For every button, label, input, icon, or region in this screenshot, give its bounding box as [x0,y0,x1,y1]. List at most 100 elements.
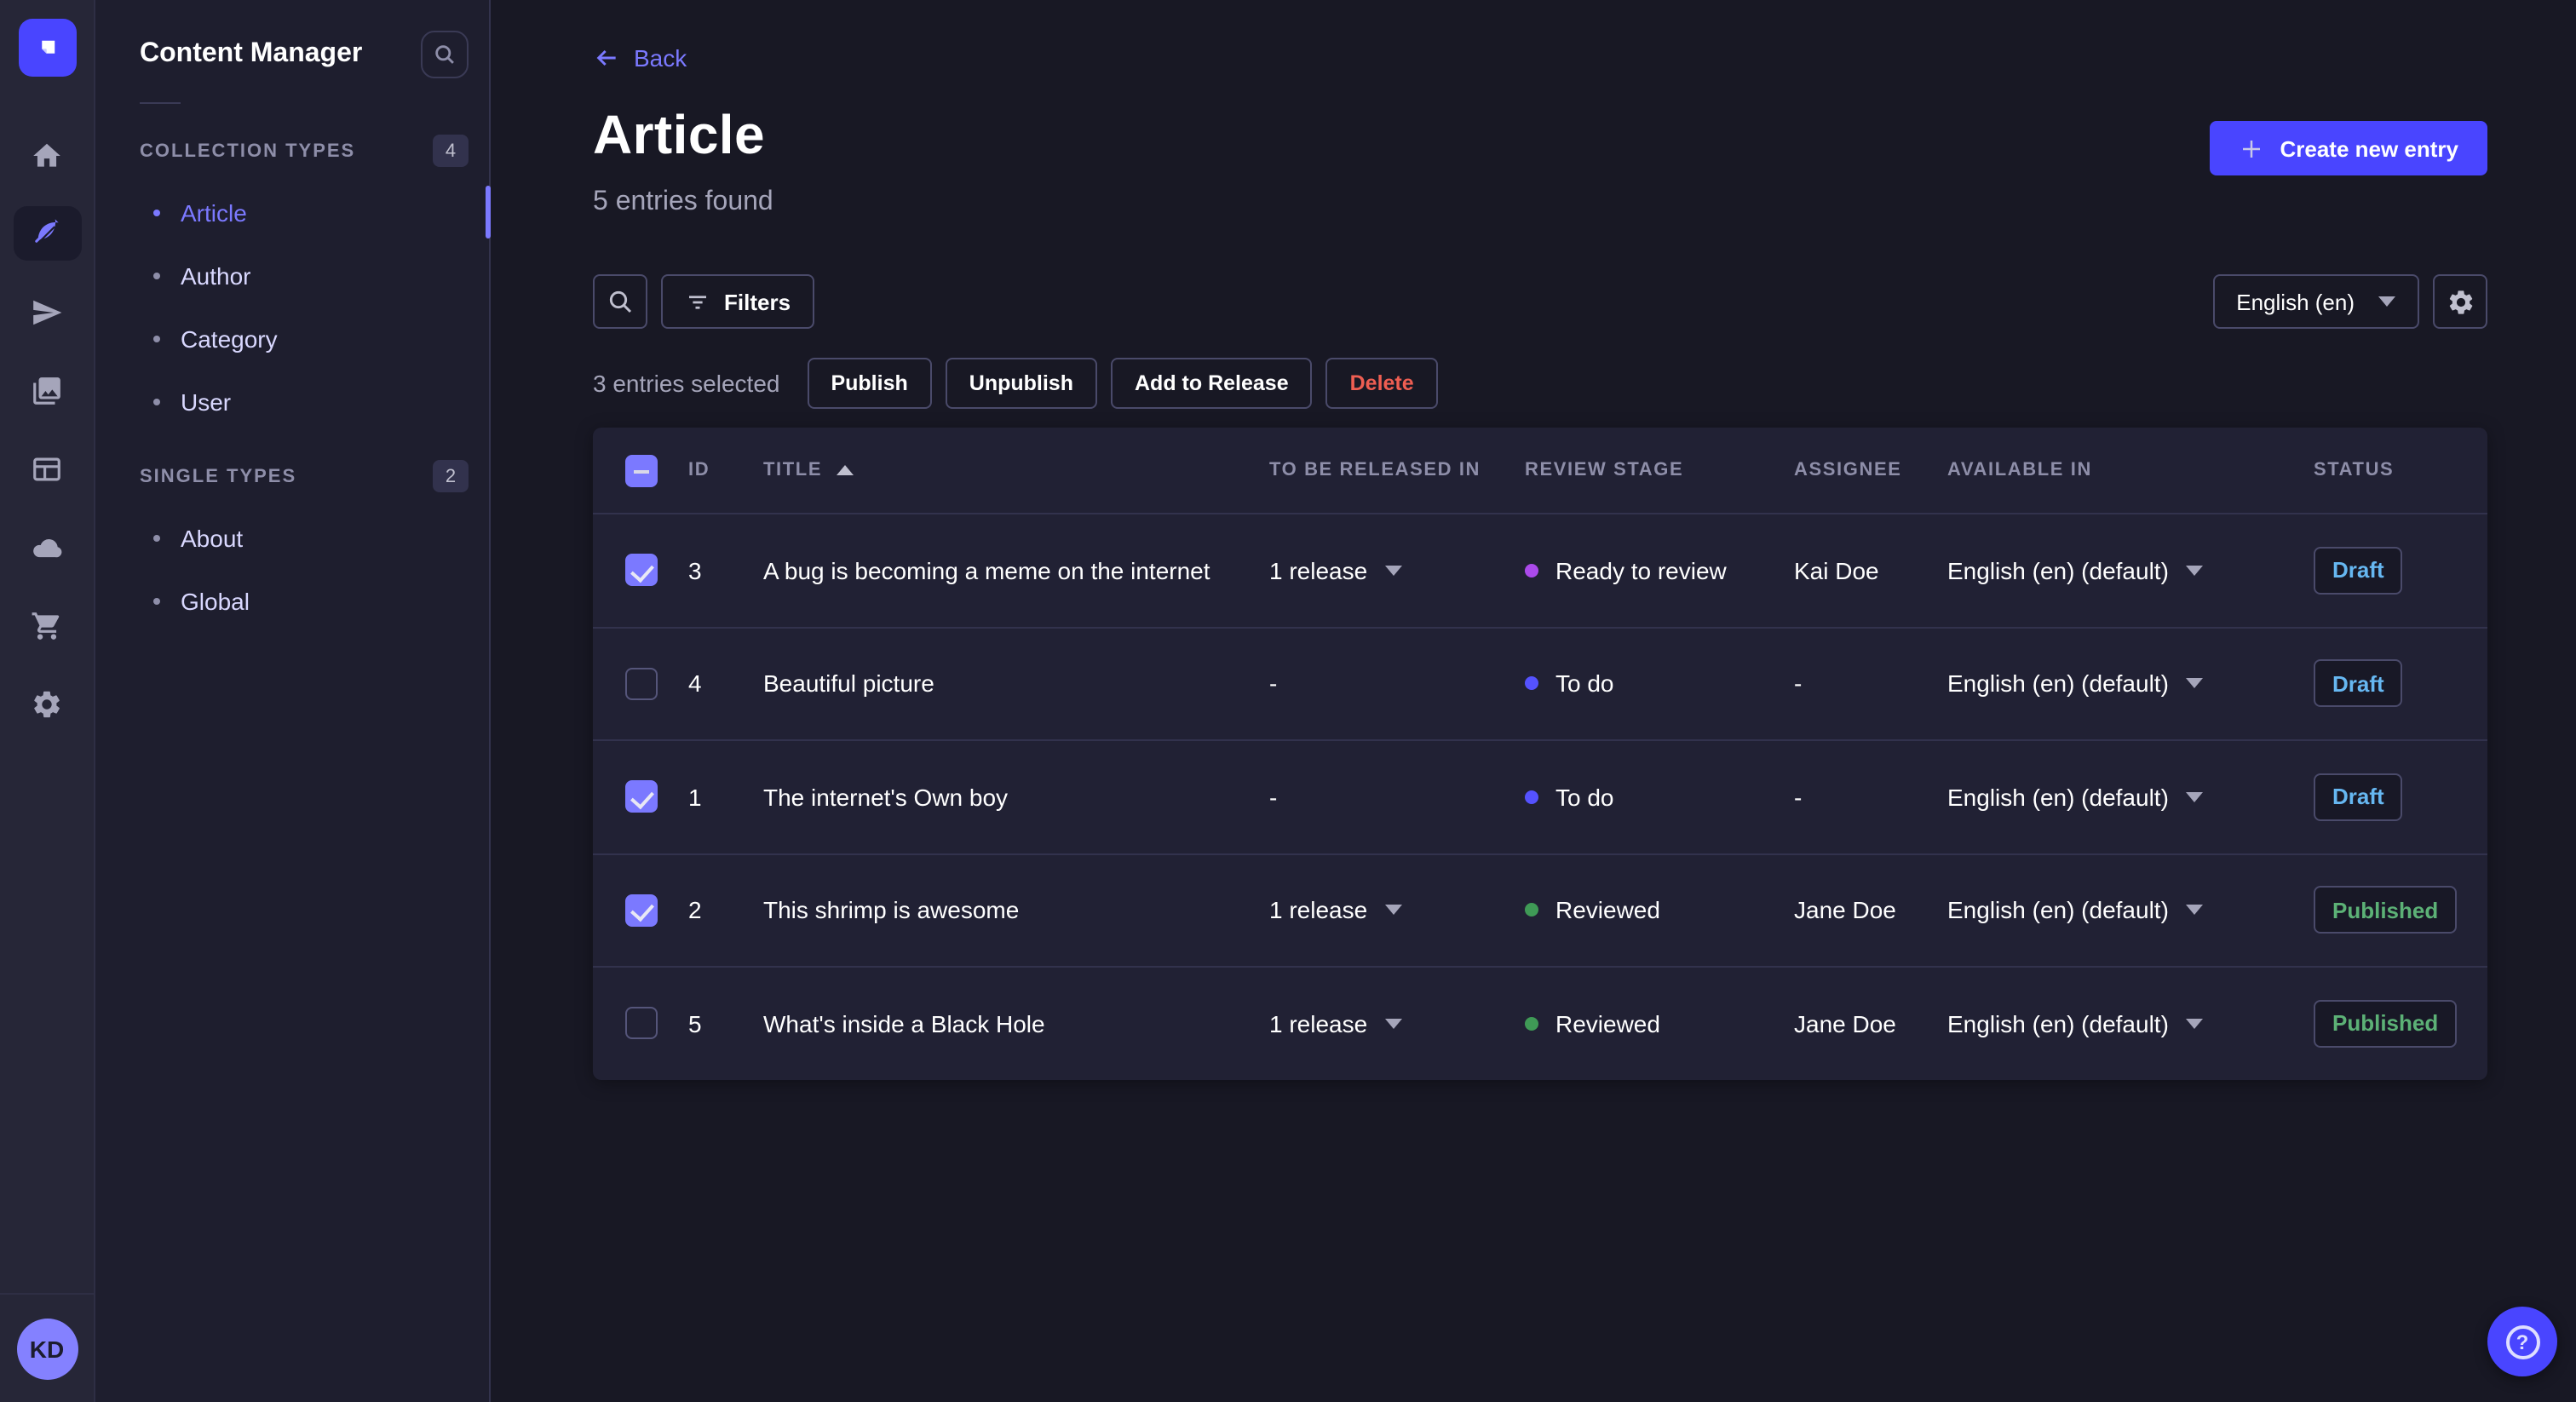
table-row[interactable]: 4 Beautiful picture - To do - English (e… [593,626,2487,739]
chevron-down-icon [1384,1018,1402,1029]
row-title[interactable]: This shrimp is awesome [763,897,1269,924]
status-badge: Draft [2314,546,2403,595]
stage-dot-icon [1525,790,1538,804]
sidebar-item-user[interactable]: User [95,370,489,433]
column-header-to-be-released-in[interactable]: TO BE RELEASED IN [1269,460,1525,480]
back-link[interactable]: Back [593,44,687,72]
avatar[interactable]: KD [16,1319,78,1380]
nav-releases-icon[interactable] [13,284,81,339]
row-locale-dropdown[interactable]: English (en) (default) [1947,1010,2314,1037]
column-header-assignee[interactable]: ASSIGNEE [1794,460,1947,480]
row-release-dropdown[interactable]: 1 release [1269,897,1525,924]
row-review-stage: Reviewed [1525,897,1794,924]
stage-dot-icon [1525,1016,1538,1031]
filter-icon [689,295,706,308]
chevron-down-icon [2185,678,2203,689]
subnav-search-button[interactable] [421,31,469,78]
delete-button[interactable]: Delete [1325,358,1438,409]
row-id: 4 [688,669,702,698]
section-count-badge: 4 [433,135,469,167]
bullet-icon [153,335,160,342]
row-locale-dropdown[interactable]: English (en) (default) [1947,784,2314,811]
nav-media-library-icon[interactable] [13,363,81,417]
column-header-title[interactable]: TITLE [763,460,1269,480]
row-release-dropdown[interactable]: - [1269,670,1525,698]
row-checkbox[interactable] [624,1007,657,1040]
row-review-stage: To do [1525,784,1794,811]
bullet-icon [153,534,160,541]
chevron-down-icon [2185,791,2203,802]
view-settings-button[interactable] [2433,274,2487,329]
add-to-release-button[interactable]: Add to Release [1111,358,1313,409]
nav-home-icon[interactable] [13,128,81,182]
row-locale-dropdown[interactable]: English (en) (default) [1947,897,2314,924]
row-title[interactable]: Beautiful picture [763,670,1269,698]
nav-content-manager-icon[interactable] [13,206,81,261]
row-checkbox[interactable] [624,893,657,927]
strapi-logo-icon [41,40,55,54]
row-title[interactable]: What's inside a Black Hole [763,1010,1269,1037]
main-content: Back Article Create new entry 5 entries … [491,0,2576,1402]
nav-marketplace-icon[interactable] [13,598,81,652]
locale-select[interactable]: English (en) [2212,274,2419,329]
sidebar-item-article[interactable]: Article [95,181,491,244]
subnav-title: Content Manager [140,39,363,68]
status-badge: Published [2314,886,2458,934]
sidebar-item-label: Article [181,198,247,226]
table-row[interactable]: 3 A bug is becoming a meme on the intern… [593,513,2487,626]
row-locale-dropdown[interactable]: English (en) (default) [1947,670,2314,698]
bullet-icon [153,398,160,405]
filters-button[interactable]: Filters [661,274,815,329]
row-id: 2 [688,896,702,924]
unpublish-button[interactable]: Unpublish [945,358,1097,409]
nav-deploy-icon[interactable] [13,520,81,574]
row-locale-dropdown[interactable]: English (en) (default) [1947,557,2314,584]
table-header-row: ID TITLE TO BE RELEASED IN REVIEW STAGE … [593,428,2487,513]
strapi-logo[interactable] [18,19,76,77]
row-checkbox[interactable] [624,554,657,587]
select-all-checkbox[interactable] [624,454,657,486]
chevron-down-icon [1384,905,1402,916]
row-title[interactable]: A bug is becoming a meme on the internet [763,557,1269,584]
nav-content-type-builder-icon[interactable] [13,441,81,496]
create-new-entry-button[interactable]: Create new entry [2210,121,2487,175]
search-button[interactable] [593,274,647,329]
rail-footer: KD [0,1293,94,1402]
row-checkbox[interactable] [624,667,657,700]
row-assignee: Kai Doe [1794,556,1879,584]
table-row[interactable]: 1 The internet's Own boy - To do - Engli… [593,739,2487,853]
status-badge: Draft [2314,659,2403,708]
publish-button[interactable]: Publish [807,358,932,409]
row-assignee: - [1794,669,1803,698]
chevron-down-icon [2185,905,2203,916]
row-assignee: Jane Doe [1794,896,1896,924]
row-review-stage: Reviewed [1525,1010,1794,1037]
row-checkbox[interactable] [624,780,657,813]
sidebar-item-category[interactable]: Category [95,307,489,370]
column-header-id[interactable]: ID [688,460,763,480]
nav-settings-icon[interactable] [13,676,81,731]
row-id: 1 [688,783,702,811]
table-row[interactable]: 2 This shrimp is awesome 1 release Revie… [593,853,2487,966]
row-release-dropdown[interactable]: 1 release [1269,557,1525,584]
row-release-dropdown[interactable]: 1 release [1269,1010,1525,1037]
section-label: SINGLE TYPES [140,466,297,486]
main-nav-rail: KD [0,0,95,1402]
row-id: 5 [688,1009,702,1037]
sidebar-item-author[interactable]: Author [95,244,489,307]
chevron-down-icon [2185,1018,2203,1029]
help-button[interactable]: ? [2487,1307,2557,1376]
search-icon [609,290,632,313]
column-header-review-stage[interactable]: REVIEW STAGE [1525,460,1794,480]
sidebar-item-label: User [181,388,232,415]
sidebar-item-global[interactable]: Global [95,569,489,632]
sidebar-item-about[interactable]: About [95,506,489,569]
column-header-available-in[interactable]: AVAILABLE IN [1947,460,2314,480]
collection-types-section: COLLECTION TYPES 4 Article Author Catego… [95,121,491,433]
row-title[interactable]: The internet's Own boy [763,784,1269,811]
chevron-down-icon [1384,565,1402,576]
column-header-status[interactable]: STATUS [2314,460,2487,480]
table-row[interactable]: 5 What's inside a Black Hole 1 release R… [593,966,2487,1079]
plus-icon [2243,140,2261,157]
row-release-dropdown[interactable]: - [1269,784,1525,811]
